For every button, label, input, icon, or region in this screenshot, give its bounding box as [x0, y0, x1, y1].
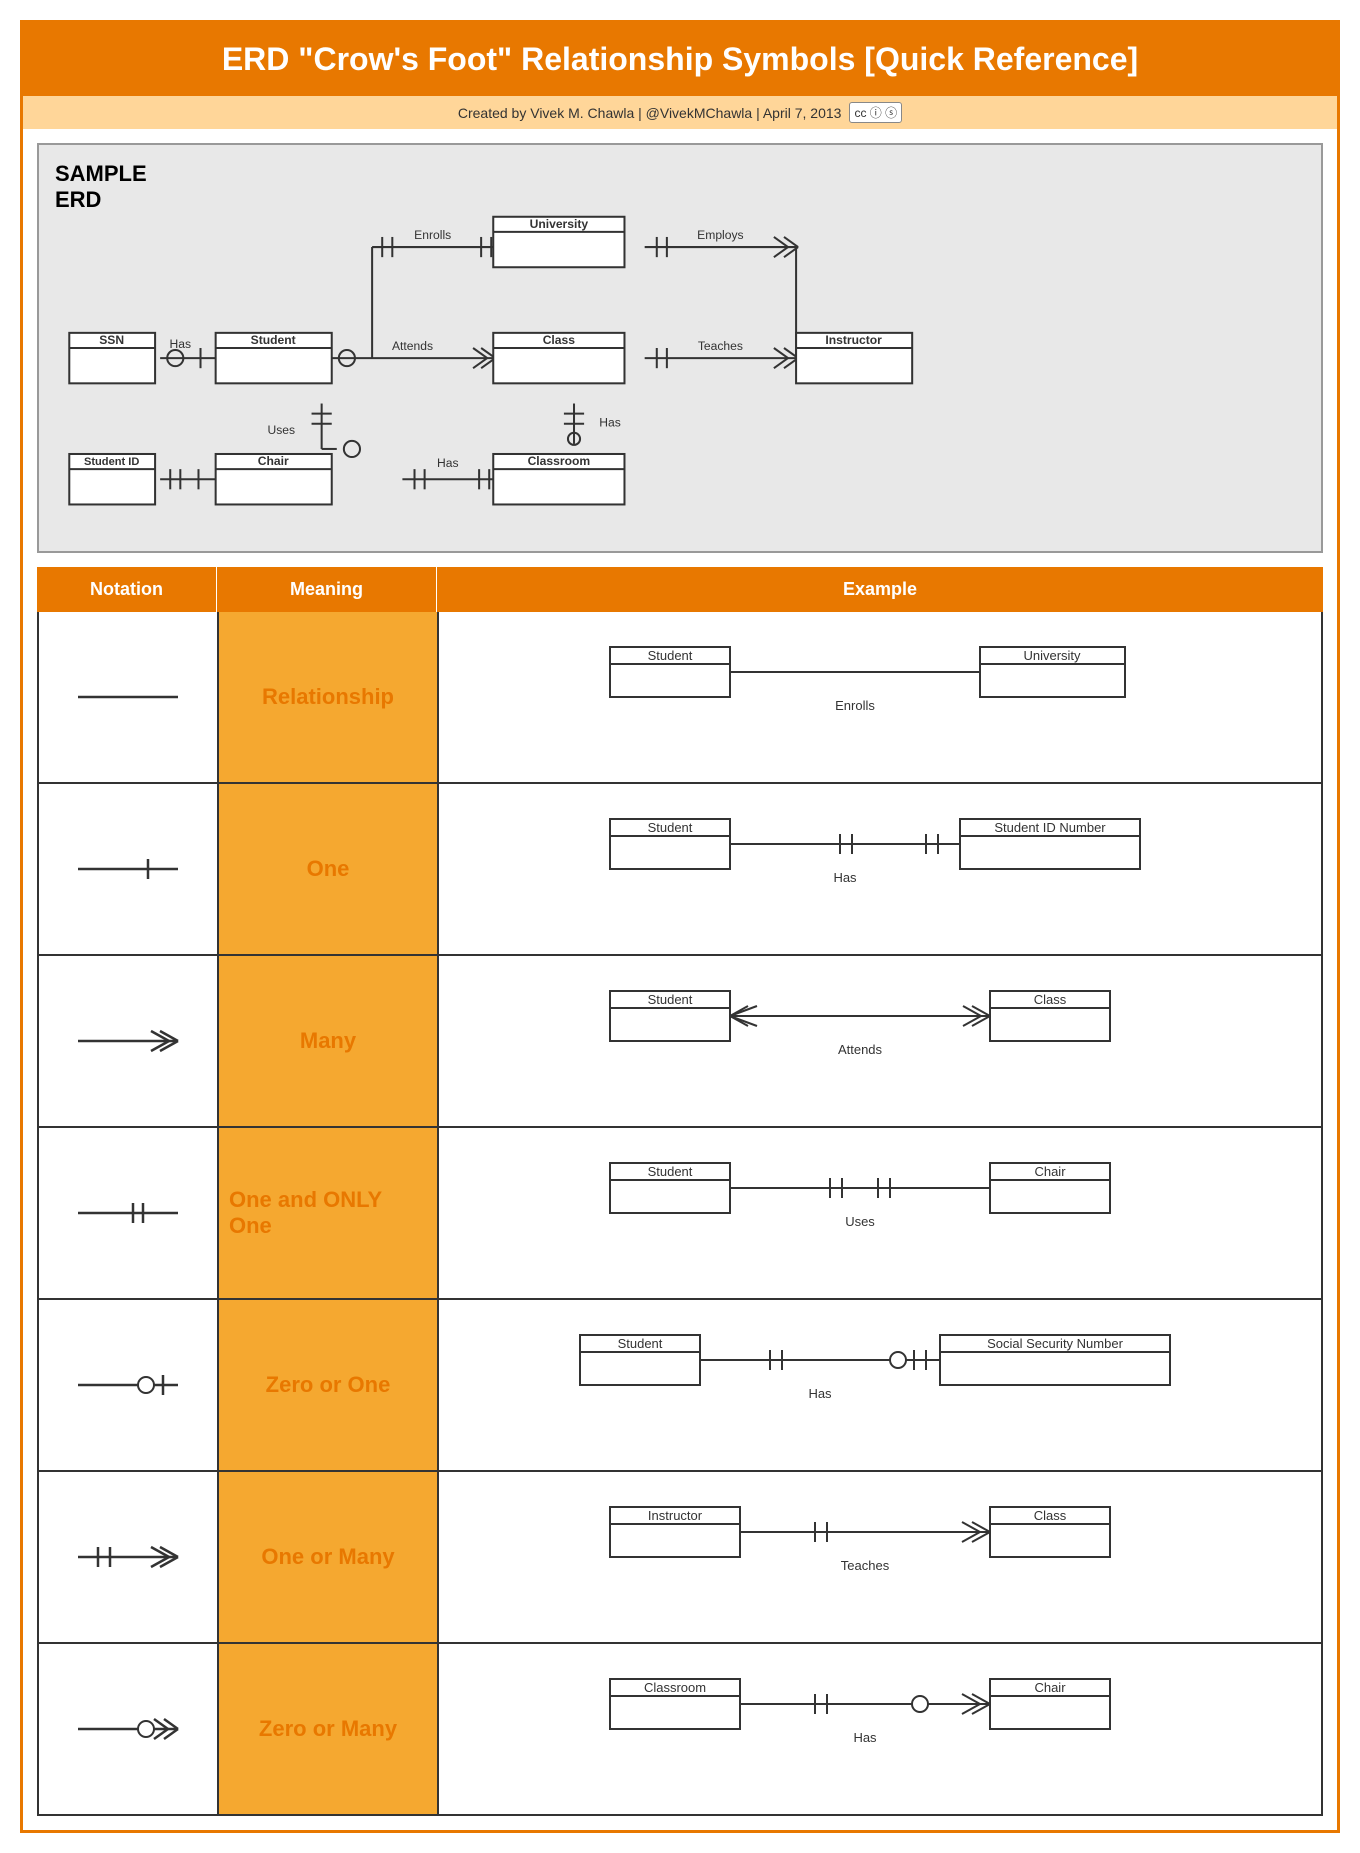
symbol-svg-relationship [68, 677, 188, 717]
row-one-many: One or Many Instructor Class [37, 1472, 1323, 1644]
svg-text:Instructor: Instructor [648, 1508, 703, 1523]
meaning-one-many: One or Many [219, 1472, 439, 1642]
symbol-svg-zero-one [68, 1365, 188, 1405]
svg-text:Has: Has [437, 456, 459, 470]
svg-text:Chair: Chair [1034, 1164, 1066, 1179]
subtitle-bar: Created by Vivek M. Chawla | @VivekMChaw… [23, 96, 1337, 129]
symbol-relationship [39, 612, 219, 782]
svg-text:Student: Student [648, 648, 693, 663]
svg-text:Student ID Number: Student ID Number [994, 820, 1106, 835]
example-svg-zero-one: Student Social Security Number Has [459, 1320, 1301, 1450]
symbol-svg-many [68, 1021, 188, 1061]
svg-text:Student: Student [648, 1164, 693, 1179]
svg-text:Student: Student [251, 333, 296, 347]
svg-text:Social Security Number: Social Security Number [987, 1336, 1123, 1351]
subtitle-text: Created by Vivek M. Chawla | @VivekMChaw… [458, 105, 842, 121]
symbol-many [39, 956, 219, 1126]
symbol-zero-one [39, 1300, 219, 1470]
row-relationship: Relationship Student University Enrolls [37, 612, 1323, 784]
row-zero-many: Zero or Many Classroom Chair [37, 1644, 1323, 1816]
erd-diagram-svg: Has Enrolls Atten [39, 145, 1321, 551]
svg-text:Has: Has [833, 870, 857, 885]
example-svg-one-many: Instructor Class Teaches [459, 1492, 1301, 1622]
main-container: ERD "Crow's Foot" Relationship Symbols [… [20, 20, 1340, 1833]
title-bar: ERD "Crow's Foot" Relationship Symbols [… [23, 23, 1337, 96]
example-zero-many: Classroom Chair Has [439, 1644, 1321, 1814]
svg-text:Enrolls: Enrolls [414, 228, 451, 242]
svg-text:SSN: SSN [99, 333, 124, 347]
example-svg-many: Student Class Attends [459, 976, 1301, 1106]
svg-text:Has: Has [599, 416, 621, 430]
svg-text:Uses: Uses [267, 423, 295, 437]
example-zero-one: Student Social Security Number Has [439, 1300, 1321, 1470]
erd-section: SAMPLEERD Has Enroll [37, 143, 1323, 553]
row-one-only: One and ONLY One Student Chair [37, 1128, 1323, 1300]
example-one-only: Student Chair Uses [439, 1128, 1321, 1298]
svg-text:Classroom: Classroom [644, 1680, 706, 1695]
svg-text:Student ID: Student ID [84, 456, 139, 468]
svg-text:Chair: Chair [1034, 1680, 1066, 1695]
svg-text:Has: Has [170, 337, 192, 351]
meaning-one: One [219, 784, 439, 954]
example-relationship: Student University Enrolls [439, 612, 1321, 782]
row-many: Many Student Class [37, 956, 1323, 1128]
header-meaning: Meaning [217, 567, 437, 612]
cc-badge: cc ⓘ ⓢ [849, 102, 902, 123]
svg-text:Has: Has [853, 1730, 877, 1745]
meaning-one-only: One and ONLY One [219, 1128, 439, 1298]
svg-text:Uses: Uses [845, 1214, 875, 1229]
svg-text:University: University [1023, 648, 1081, 663]
svg-text:Classroom: Classroom [528, 454, 591, 468]
meaning-zero-many: Zero or Many [219, 1644, 439, 1814]
bottom-spacer [23, 1816, 1337, 1830]
svg-text:Employs: Employs [697, 228, 743, 242]
symbol-svg-one [68, 849, 188, 889]
symbol-svg-one-many [68, 1537, 188, 1577]
example-svg-one: Student Student ID Number Has [459, 804, 1301, 934]
main-title: ERD "Crow's Foot" Relationship Symbols [… [222, 41, 1138, 77]
svg-text:University: University [530, 217, 589, 231]
svg-text:Student: Student [618, 1336, 663, 1351]
svg-text:Class: Class [1034, 992, 1067, 1007]
example-svg-one-only: Student Chair Uses [459, 1148, 1301, 1278]
svg-text:Chair: Chair [258, 454, 289, 468]
symbol-one-only [39, 1128, 219, 1298]
header-notation: Notation [37, 567, 217, 612]
svg-text:Instructor: Instructor [825, 333, 882, 347]
erd-section-label: SAMPLEERD [55, 161, 147, 214]
svg-text:Has: Has [808, 1386, 832, 1401]
symbol-svg-one-only [68, 1193, 188, 1233]
svg-text:Student: Student [648, 820, 693, 835]
row-zero-one: Zero or One Student Social Security Numb… [37, 1300, 1323, 1472]
symbol-zero-many [39, 1644, 219, 1814]
svg-text:Student: Student [648, 992, 693, 1007]
svg-text:Class: Class [543, 333, 576, 347]
row-one: One Student Student ID Number Has [37, 784, 1323, 956]
example-many: Student Class Attends [439, 956, 1321, 1126]
svg-text:Teaches: Teaches [698, 339, 743, 353]
svg-text:Class: Class [1034, 1508, 1067, 1523]
example-one-many: Instructor Class Teaches [439, 1472, 1321, 1642]
example-one: Student Student ID Number Has [439, 784, 1321, 954]
notation-table-header: Notation Meaning Example [37, 567, 1323, 612]
meaning-zero-one: Zero or One [219, 1300, 439, 1470]
svg-text:Enrolls: Enrolls [835, 698, 875, 713]
symbol-svg-zero-many [68, 1709, 188, 1749]
svg-text:Attends: Attends [838, 1042, 883, 1057]
meaning-many: Many [219, 956, 439, 1126]
example-svg-zero-many: Classroom Chair Has [459, 1664, 1301, 1794]
svg-text:Attends: Attends [392, 339, 433, 353]
meaning-relationship: Relationship [219, 612, 439, 782]
symbol-one-many [39, 1472, 219, 1642]
header-example: Example [437, 567, 1323, 612]
example-svg-relationship: Student University Enrolls [459, 632, 1301, 762]
svg-text:Teaches: Teaches [841, 1558, 890, 1573]
symbol-one [39, 784, 219, 954]
